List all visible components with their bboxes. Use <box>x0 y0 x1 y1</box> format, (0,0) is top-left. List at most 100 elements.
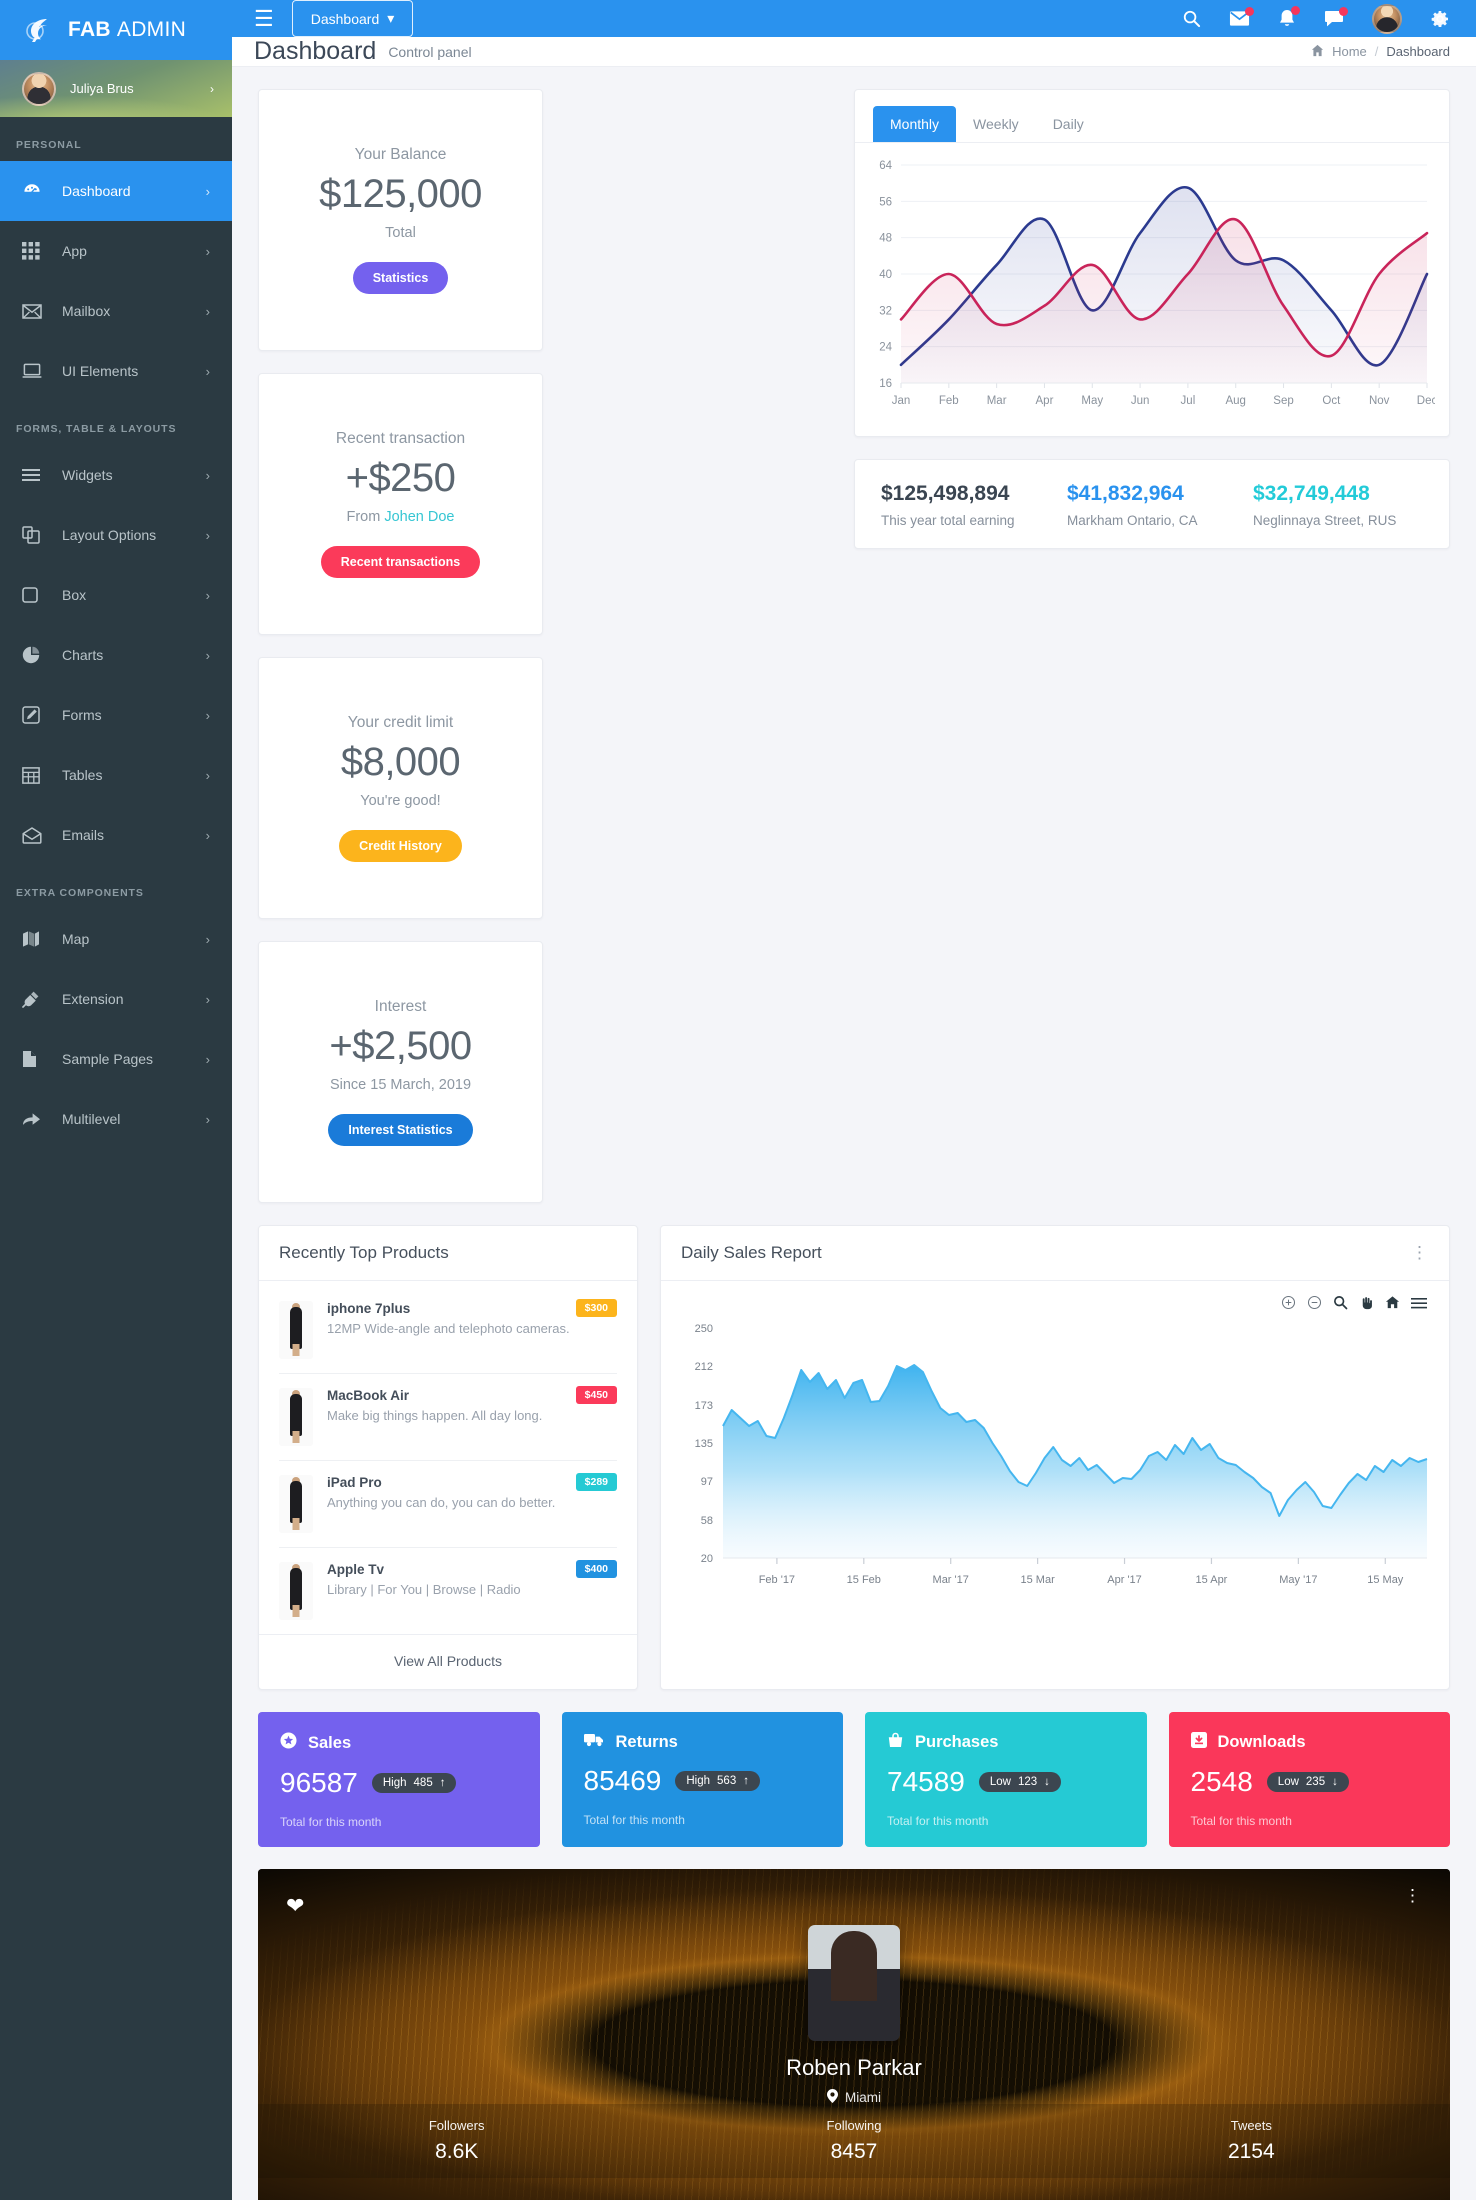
breadcrumb-home[interactable]: Home <box>1332 44 1367 59</box>
product-list-item[interactable]: Apple Tv Library | For You | Browse | Rad… <box>279 1547 617 1634</box>
product-list-item[interactable]: iphone 7plus 12MP Wide-angle and telephot… <box>279 1287 617 1373</box>
svg-text:20: 20 <box>701 1553 713 1565</box>
sidebar-item-charts[interactable]: Charts › <box>0 625 232 685</box>
sidebar-section-title: EXTRA COMPONENTS <box>16 887 144 899</box>
sidebar-item-label: UI Elements <box>62 363 139 379</box>
sidebar-user-profile[interactable]: Juliya Brus › <box>0 60 232 117</box>
chevron-right-icon: › <box>205 467 210 483</box>
envelope-icon <box>22 303 62 319</box>
stat-card-action-button[interactable]: Credit History <box>339 830 462 862</box>
stat-card-action-button[interactable]: Interest Statistics <box>328 1114 473 1146</box>
stat-card-action-button[interactable]: Statistics <box>352 262 449 294</box>
product-thumbnail <box>279 1475 313 1533</box>
sidebar-item-forms[interactable]: Forms › <box>0 685 232 745</box>
chevron-right-icon: › <box>205 363 210 379</box>
mail-badge-dot <box>1245 7 1254 16</box>
chevron-right-icon: › <box>205 183 210 199</box>
sidebar-item-emails[interactable]: Emails › <box>0 805 232 865</box>
chevron-right-icon: › <box>205 527 210 543</box>
earning-value: $41,832,964 <box>1067 482 1184 505</box>
share-icon <box>22 1111 62 1127</box>
svg-text:56: 56 <box>879 196 892 208</box>
stat-card-sub-text: Since 15 March, 2019 <box>329 1077 472 1093</box>
product-price-badge: $400 <box>575 1560 617 1578</box>
metric-tile[interactable]: Purchases 74589 Low 123 ↓ Total for this mont… <box>865 1712 1147 1847</box>
product-list-item[interactable]: MacBook Air Make big things happen. All d… <box>279 1373 617 1460</box>
svg-text:15 May: 15 May <box>1367 1574 1404 1586</box>
chat-badge-dot <box>1339 6 1348 16</box>
sidebar-item-widgets[interactable]: Widgets › <box>0 445 232 505</box>
dots-vertical-icon[interactable]: ⋮ <box>1404 1887 1422 1904</box>
earning-label: Neglinnaya Street, RUS <box>1253 513 1397 528</box>
product-info: iPad Pro Anything you can do, you can do … <box>327 1475 617 1512</box>
pan-icon[interactable] <box>1359 1295 1374 1310</box>
user-avatar[interactable] <box>1372 3 1402 34</box>
square-icon <box>22 587 62 603</box>
dots-vertical-icon[interactable]: ⋮ <box>1411 1244 1429 1261</box>
product-name: MacBook Air <box>327 1388 410 1403</box>
stat-card-sub-text: Total <box>385 225 416 241</box>
sidebar-item-dashboard[interactable]: Dashboard › <box>0 161 232 221</box>
tab-weekly[interactable]: Weekly <box>956 106 1036 142</box>
tile-title: Returns <box>615 1732 678 1751</box>
stat-card-action-button[interactable]: Recent transactions <box>320 546 481 578</box>
tab-monthly[interactable]: Monthly <box>873 106 957 142</box>
monitor-icon <box>22 363 62 379</box>
sidebar-item-layout-options[interactable]: Layout Options › <box>0 505 232 565</box>
zoom-out-icon[interactable] <box>1307 1295 1322 1310</box>
bell-icon[interactable] <box>1278 5 1300 29</box>
brand-logo-area[interactable]: FAB ADMIN <box>0 0 232 60</box>
stat-card-sub: From Johen Doe <box>347 509 455 525</box>
hamburger-icon[interactable]: ☰ <box>254 7 274 30</box>
sidebar-item-label: Widgets <box>62 467 113 483</box>
metric-tile[interactable]: Sales 96587 High 485 ↑ Total for this month <box>258 1712 540 1847</box>
product-price-badge: $289 <box>575 1473 617 1491</box>
svg-text:97: 97 <box>701 1476 713 1488</box>
tile-badge-label: High <box>686 1775 711 1787</box>
metric-tile[interactable]: Returns 85469 High 563 ↑ Total for this month <box>561 1712 843 1847</box>
earning-value: $125,498,894 <box>881 482 1010 505</box>
sidebar-item-sample-pages[interactable]: Sample Pages › <box>0 1029 232 1089</box>
main-area: ☰ Dashboard ▾ Dashboard Control panel Ho… <box>232 0 1476 2200</box>
dashboard-dropdown-button[interactable]: Dashboard ▾ <box>291 0 414 37</box>
product-description: Make big things happen. All day long. <box>327 1408 543 1423</box>
stat-card-value: +$2,500 <box>329 1024 472 1068</box>
metric-tile-row: Sales 96587 High 485 ↑ Total for this month Re… <box>258 1712 1450 1847</box>
mail-icon[interactable] <box>1229 7 1254 27</box>
stat-card-label: Your Balance <box>354 146 447 163</box>
home-icon <box>1311 44 1324 60</box>
sidebar-item-ui-elements[interactable]: UI Elements › <box>0 341 232 401</box>
chat-icon[interactable] <box>1324 6 1348 28</box>
sidebar-item-box[interactable]: Box › <box>0 565 232 625</box>
sidebar-item-tables[interactable]: Tables › <box>0 745 232 805</box>
file-icon <box>22 1050 62 1068</box>
heart-icon[interactable]: ❤ <box>286 1893 304 1919</box>
search-icon[interactable] <box>1182 9 1201 28</box>
sidebar-item-app[interactable]: App › <box>0 221 232 281</box>
zoom-in-icon[interactable] <box>1281 1295 1296 1310</box>
product-list: iphone 7plus 12MP Wide-angle and telephot… <box>259 1281 637 1634</box>
sidebar-item-extension[interactable]: Extension › <box>0 969 232 1029</box>
sidebar-item-map[interactable]: Map › <box>0 909 232 969</box>
view-all-products-link[interactable]: View All Products <box>394 1653 502 1669</box>
product-info: iphone 7plus 12MP Wide-angle and telephot… <box>327 1301 617 1338</box>
brand-bold: FAB <box>68 18 111 41</box>
menu-icon[interactable] <box>1411 1295 1427 1310</box>
earning-label: Markham Ontario, CA <box>1067 513 1198 528</box>
selection-zoom-icon[interactable] <box>1333 1295 1348 1310</box>
svg-text:Sep: Sep <box>1273 395 1293 407</box>
product-list-item[interactable]: iPad Pro Anything you can do, you can do … <box>279 1460 617 1547</box>
tab-daily[interactable]: Daily <box>1036 106 1101 142</box>
metric-tile[interactable]: Downloads 2548 Low 235 ↓ Total for this month <box>1168 1712 1450 1847</box>
reset-icon[interactable] <box>1385 1295 1400 1310</box>
stat-card-label: Your credit limit <box>347 714 454 731</box>
tile-value-row: 2548 Low 235 ↓ <box>1191 1766 1429 1798</box>
sidebar-item-mailbox[interactable]: Mailbox › <box>0 281 232 341</box>
gear-icon[interactable] <box>1430 9 1450 29</box>
profile-identity: Roben Parkar Miami <box>258 1925 1450 2106</box>
svg-text:64: 64 <box>879 160 892 172</box>
copy-icon <box>22 526 62 544</box>
table-icon <box>22 766 62 784</box>
sidebar-item-multilevel[interactable]: Multilevel › <box>0 1089 232 1149</box>
caret-down-icon: ▾ <box>387 10 395 26</box>
